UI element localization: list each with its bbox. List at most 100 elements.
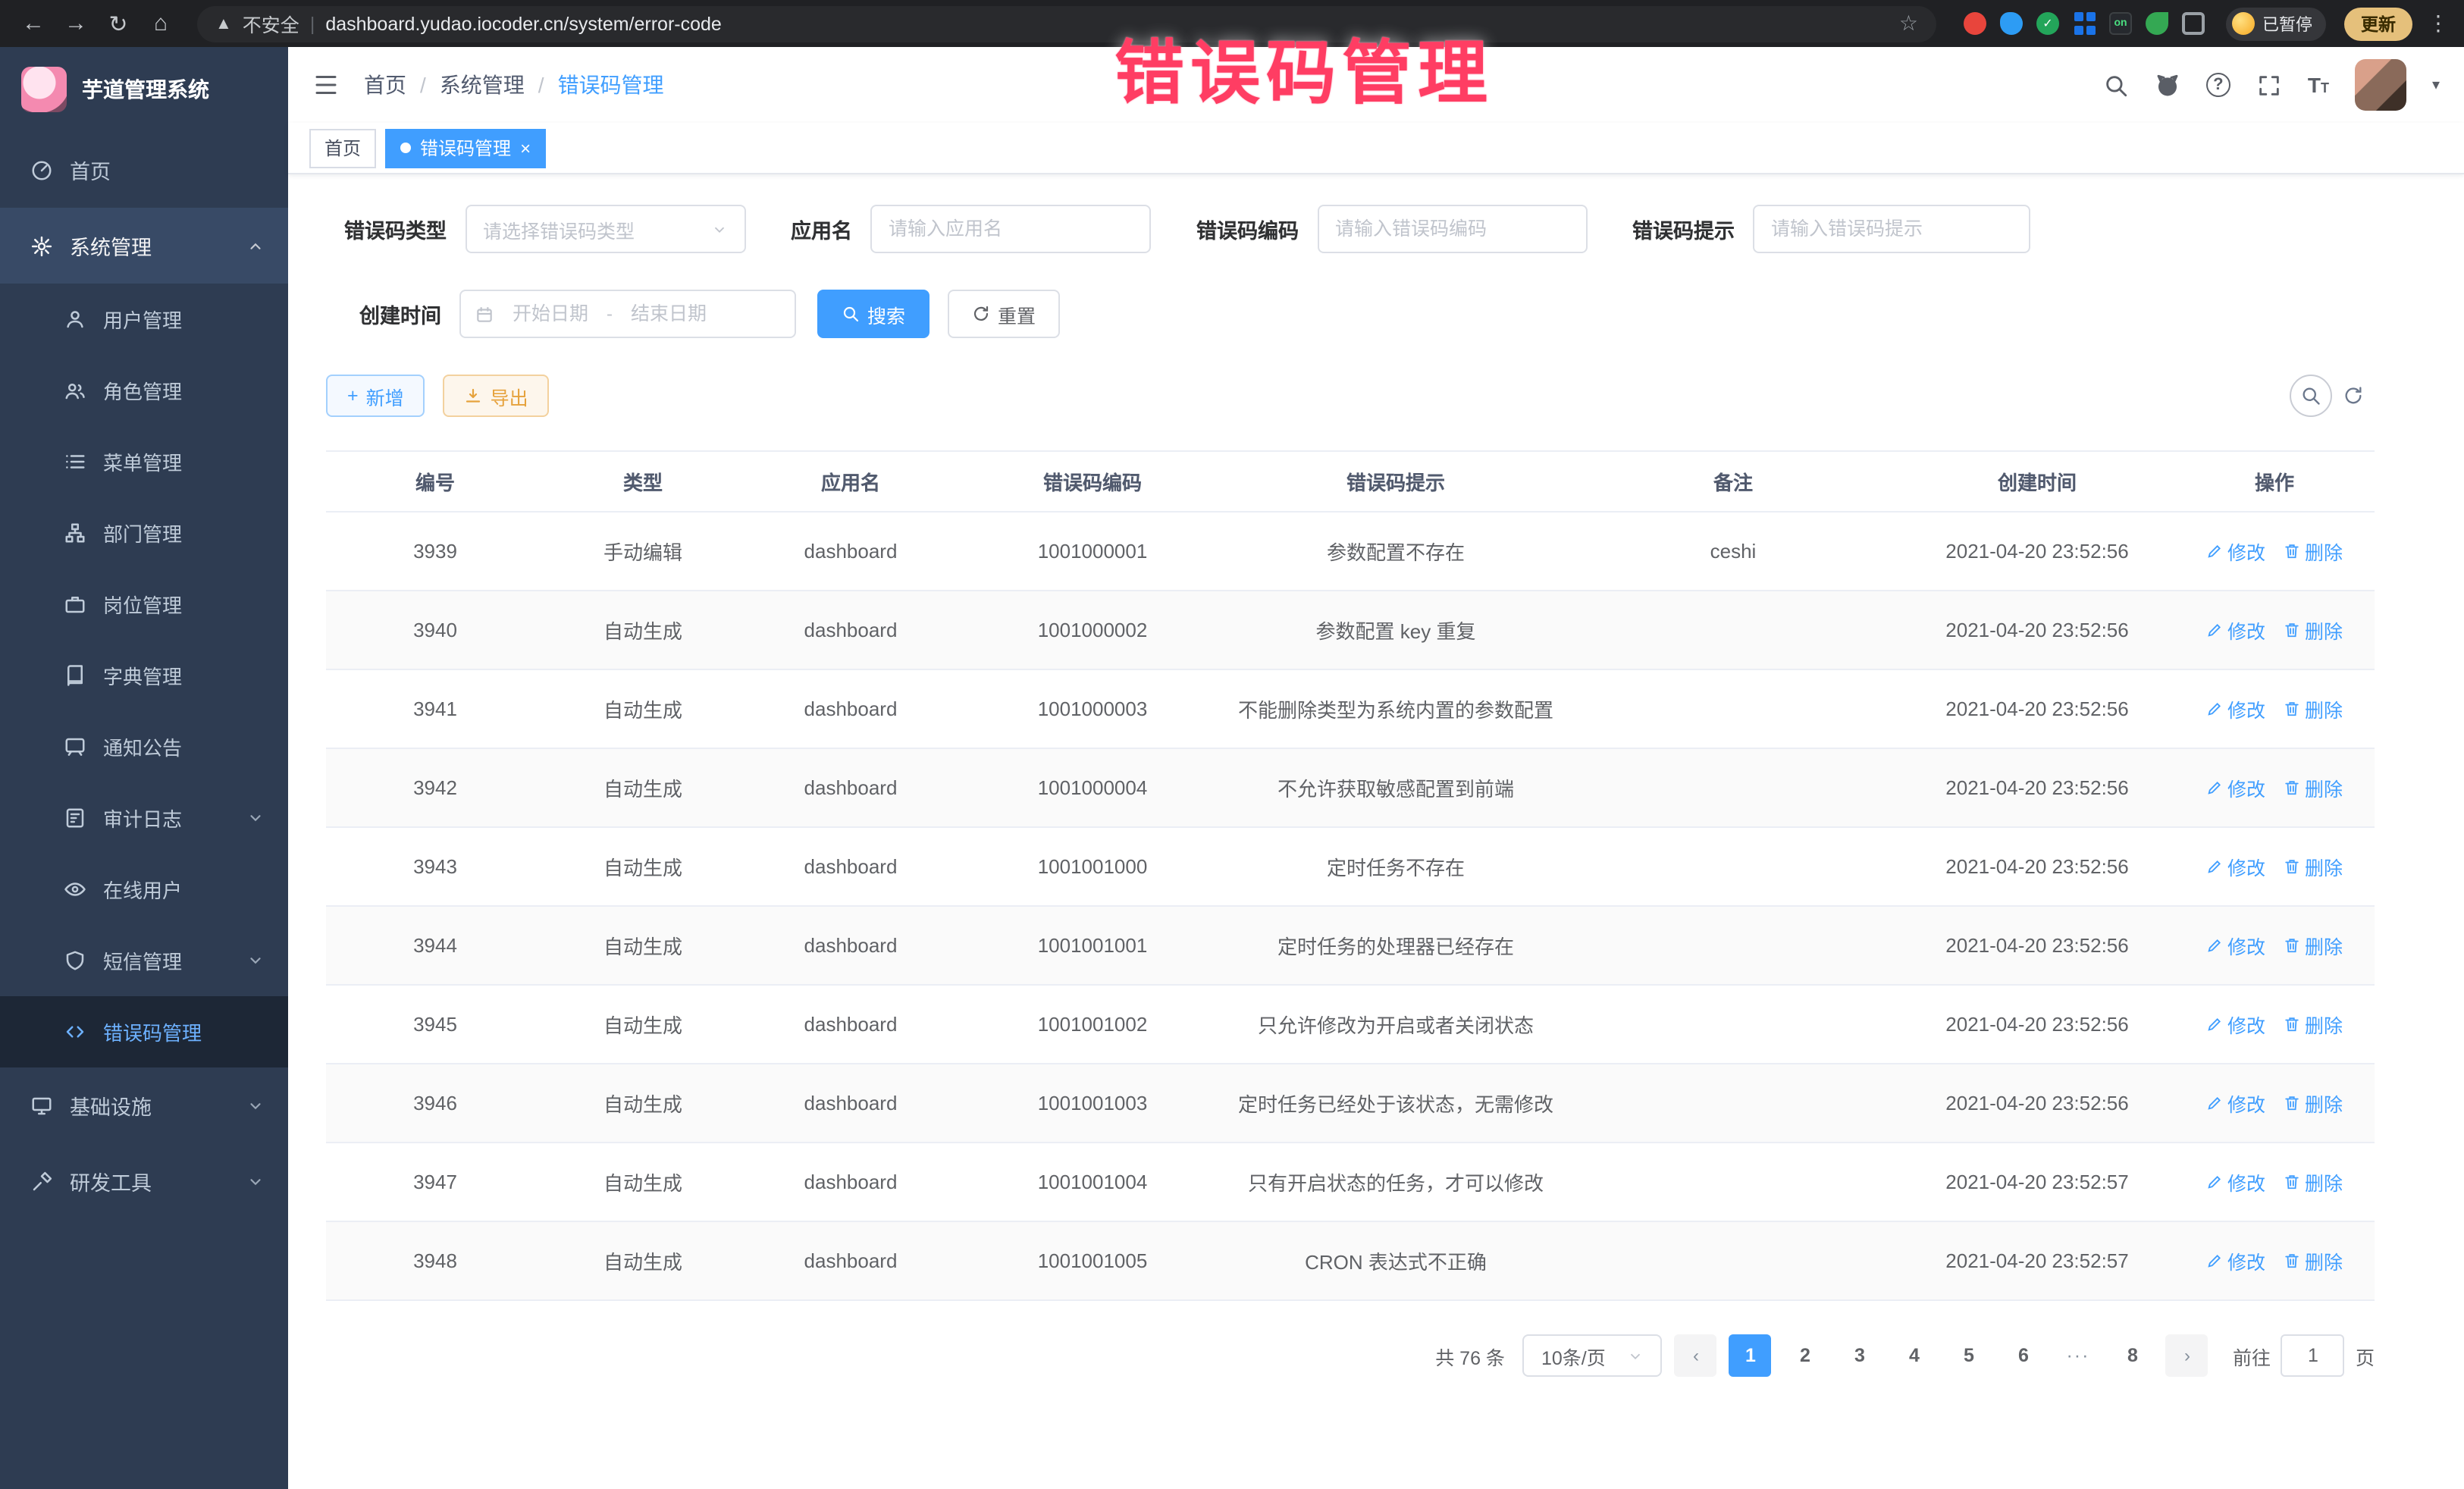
- error-hint-input[interactable]: [1753, 205, 2030, 253]
- edit-link[interactable]: 修改: [2206, 1010, 2265, 1039]
- reset-button[interactable]: 重置: [948, 290, 1060, 338]
- browser-forward-icon[interactable]: →: [58, 11, 94, 36]
- start-date-input[interactable]: [503, 303, 597, 324]
- sidebar-item-roles[interactable]: 角色管理: [0, 355, 288, 426]
- github-icon[interactable]: [2155, 72, 2180, 98]
- edit-link[interactable]: 修改: [2206, 931, 2265, 960]
- help-icon[interactable]: ?: [2206, 73, 2230, 97]
- tag-home[interactable]: 首页: [309, 128, 376, 168]
- add-button[interactable]: + 新增: [326, 375, 425, 417]
- edit-link[interactable]: 修改: [2206, 773, 2265, 802]
- sidebar-item-dictionary[interactable]: 字典管理: [0, 640, 288, 711]
- delete-link[interactable]: 删除: [2284, 537, 2343, 566]
- app-logo[interactable]: 芋道管理系统: [0, 47, 288, 132]
- error-type-select[interactable]: 请选择错误码类型: [465, 205, 745, 253]
- header-code: 错误码编码: [960, 467, 1225, 496]
- browser-back-icon[interactable]: ←: [15, 11, 52, 36]
- sidebar-item-infrastructure[interactable]: 基础设施: [0, 1067, 288, 1143]
- delete-link[interactable]: 删除: [2284, 1168, 2343, 1196]
- edit-link[interactable]: 修改: [2206, 694, 2265, 723]
- sidebar-fold-icon[interactable]: [312, 71, 340, 99]
- edit-link[interactable]: 修改: [2206, 616, 2265, 644]
- create-time-range-picker[interactable]: -: [459, 290, 796, 338]
- sidebar-item-error-codes[interactable]: 错误码管理: [0, 996, 288, 1067]
- colorpicker-extension-icon[interactable]: [2000, 12, 2023, 35]
- sidebar-item-departments[interactable]: 部门管理: [0, 497, 288, 569]
- edit-link[interactable]: 修改: [2206, 1089, 2265, 1118]
- delete-link[interactable]: 删除: [2284, 1010, 2343, 1039]
- edit-link-label: 修改: [2227, 852, 2265, 881]
- sidebar-item-system[interactable]: 系统管理: [0, 208, 288, 284]
- breadcrumb-system[interactable]: 系统管理: [440, 70, 525, 100]
- search-icon[interactable]: [2103, 72, 2129, 98]
- fullscreen-icon[interactable]: [2256, 72, 2282, 98]
- delete-link[interactable]: 删除: [2284, 773, 2343, 802]
- sidebar-item-users[interactable]: 用户管理: [0, 284, 288, 355]
- avatar-caret-icon[interactable]: ▾: [2432, 77, 2440, 93]
- browser-update-button[interactable]: 更新: [2344, 7, 2412, 40]
- sidebar-item-audit-log[interactable]: 审计日志: [0, 782, 288, 854]
- user-avatar[interactable]: [2355, 59, 2406, 111]
- browser-profile-badge[interactable]: 已暂停: [2226, 7, 2326, 40]
- page-button-6[interactable]: 6: [2002, 1334, 2045, 1377]
- delete-link[interactable]: 删除: [2284, 1089, 2343, 1118]
- sidebar-item-posts[interactable]: 岗位管理: [0, 569, 288, 640]
- address-bar[interactable]: ▲ 不安全 | dashboard.yudao.iocoder.cn/syste…: [197, 5, 1936, 42]
- prev-page-button[interactable]: ‹: [1675, 1334, 1717, 1377]
- edit-link-label: 修改: [2227, 1246, 2265, 1275]
- page-button-4[interactable]: 4: [1893, 1334, 1936, 1377]
- sidebar-item-menus[interactable]: 菜单管理: [0, 426, 288, 497]
- breadcrumb-home[interactable]: 首页: [364, 70, 406, 100]
- toggle-search-button[interactable]: [2290, 375, 2332, 417]
- extensions-puzzle-icon[interactable]: [2182, 12, 2205, 35]
- export-button[interactable]: 导出: [444, 375, 550, 417]
- sidebar-item-notices[interactable]: 通知公告: [0, 711, 288, 782]
- browser-refresh-icon[interactable]: ↻: [100, 10, 136, 37]
- more-pages-icon[interactable]: ···: [2057, 1334, 2099, 1377]
- switch-on-extension-icon[interactable]: on: [2109, 12, 2132, 35]
- goto-page-input[interactable]: [2281, 1334, 2345, 1377]
- delete-link[interactable]: 删除: [2284, 931, 2343, 960]
- search-button[interactable]: 搜索: [817, 290, 929, 338]
- filter-code-label: 错误码编码: [1196, 214, 1299, 244]
- edit-link[interactable]: 修改: [2206, 1246, 2265, 1275]
- edit-link[interactable]: 修改: [2206, 1168, 2265, 1196]
- tag-error-codes[interactable]: 错误码管理 ×: [385, 128, 546, 168]
- delete-link-label: 删除: [2305, 537, 2343, 566]
- url-text[interactable]: dashboard.yudao.iocoder.cn/system/error-…: [325, 13, 1889, 34]
- edit-link[interactable]: 修改: [2206, 537, 2265, 566]
- bookmark-star-icon[interactable]: ☆: [1899, 11, 1918, 36]
- sidebar-item-home[interactable]: 首页: [0, 132, 288, 208]
- page-button-3[interactable]: 3: [1839, 1334, 1881, 1377]
- delete-link[interactable]: 删除: [2284, 1246, 2343, 1275]
- page-size-select[interactable]: 10条/页: [1523, 1334, 1663, 1377]
- dashboard-icon: [30, 158, 53, 181]
- refresh-table-button[interactable]: [2332, 375, 2375, 417]
- recorder-extension-icon[interactable]: [1964, 12, 1986, 35]
- sidebar-item-devtools[interactable]: 研发工具: [0, 1143, 288, 1219]
- next-page-button[interactable]: ›: [2166, 1334, 2209, 1377]
- browser-menu-icon[interactable]: ⋮: [2428, 11, 2449, 36]
- leaf-extension-icon[interactable]: [2146, 12, 2168, 35]
- pagination-goto: 前往 页: [2233, 1334, 2375, 1377]
- security-label[interactable]: 不安全: [243, 9, 299, 38]
- browser-home-icon[interactable]: ⌂: [143, 11, 179, 36]
- page-button-8[interactable]: 8: [2111, 1334, 2154, 1377]
- app-name-input[interactable]: [870, 205, 1151, 253]
- header-remark: 备注: [1566, 467, 1900, 496]
- font-size-icon[interactable]: TT: [2308, 74, 2329, 96]
- page-button-5[interactable]: 5: [1948, 1334, 1990, 1377]
- delete-link[interactable]: 删除: [2284, 616, 2343, 644]
- sidebar-item-online-users[interactable]: 在线用户: [0, 854, 288, 925]
- delete-link[interactable]: 删除: [2284, 852, 2343, 881]
- end-date-input[interactable]: [622, 303, 716, 324]
- page-button-1[interactable]: 1: [1729, 1334, 1772, 1377]
- sidebar-item-sms[interactable]: 短信管理: [0, 925, 288, 996]
- error-code-input[interactable]: [1317, 205, 1587, 253]
- edit-link[interactable]: 修改: [2206, 852, 2265, 881]
- close-icon[interactable]: ×: [520, 139, 531, 157]
- delete-link[interactable]: 删除: [2284, 694, 2343, 723]
- grid-extension-icon[interactable]: [2073, 12, 2096, 35]
- vue-devtools-extension-icon[interactable]: ✓: [2036, 12, 2059, 35]
- page-button-2[interactable]: 2: [1784, 1334, 1826, 1377]
